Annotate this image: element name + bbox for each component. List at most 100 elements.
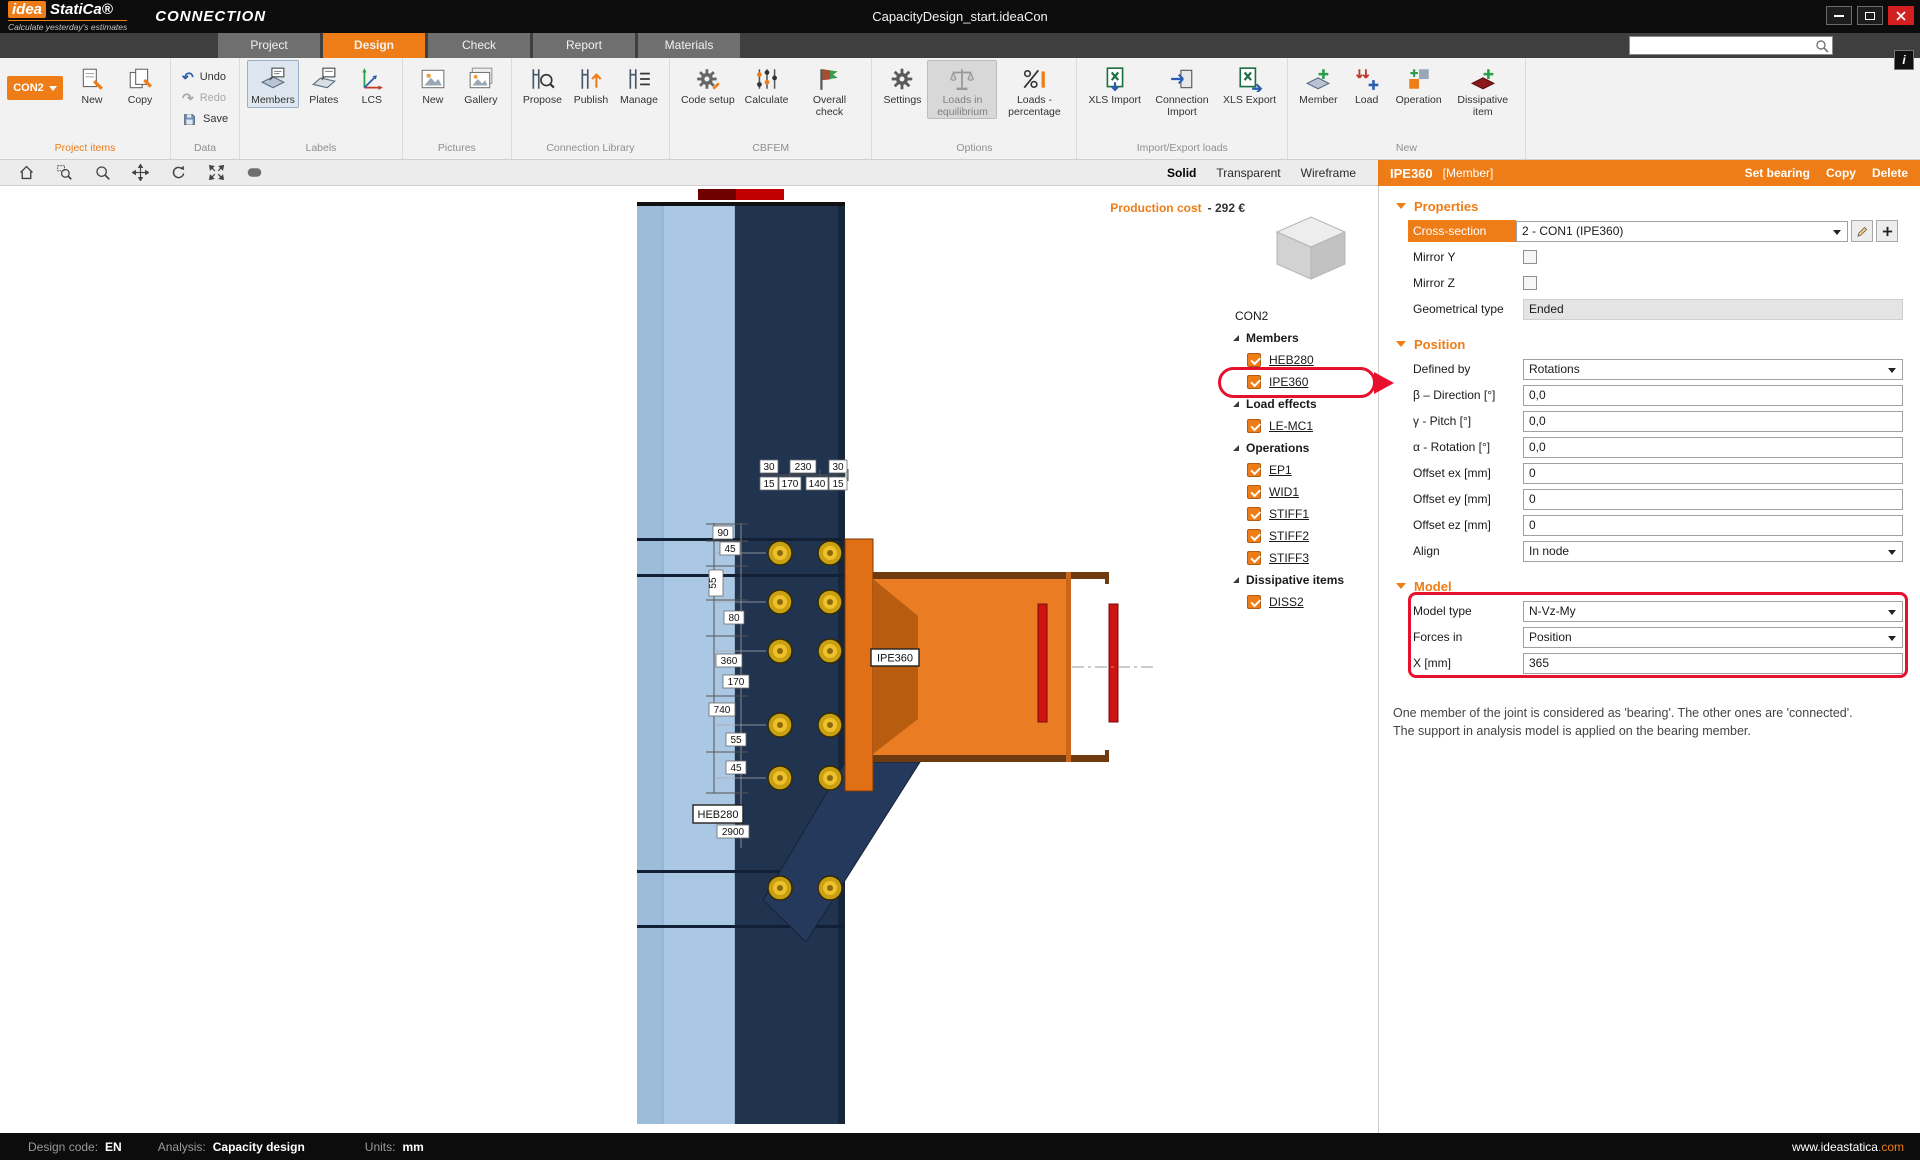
svg-text:80: 80 [728, 613, 740, 624]
settings-button[interactable]: Settings [879, 60, 925, 108]
checkbox-checked-icon[interactable] [1247, 595, 1261, 609]
svg-text:15: 15 [763, 479, 775, 490]
view-mode-solid[interactable]: Solid [1167, 166, 1196, 180]
manage-button[interactable]: Manage [616, 60, 662, 108]
tree-header-members[interactable]: Members [1225, 327, 1377, 349]
publish-button[interactable]: Publish [568, 60, 614, 108]
tree-root-con2[interactable]: CON2 [1225, 305, 1377, 327]
mirror-y-checkbox[interactable] [1523, 250, 1537, 264]
end-plate[interactable] [845, 539, 873, 791]
tree-item-stiff1[interactable]: STIFF1 [1225, 503, 1377, 525]
gamma-pitch-input[interactable]: 0,0 [1523, 411, 1903, 432]
plus-icon [1881, 225, 1894, 238]
gallery-button[interactable]: Gallery [458, 60, 504, 108]
tree-item-stiff2[interactable]: STIFF2 [1225, 525, 1377, 547]
xls-import-button[interactable]: XLS Import [1084, 60, 1145, 108]
minimize-button[interactable] [1826, 6, 1852, 25]
new-member-button[interactable]: Member [1295, 60, 1342, 108]
offset-ez-input[interactable]: 0 [1523, 515, 1903, 536]
new-dissipative-item-button[interactable]: Dissipative item [1448, 60, 1518, 119]
code-setup-button[interactable]: Code setup [677, 60, 739, 108]
tab-project[interactable]: Project [218, 33, 320, 58]
rotate-button[interactable] [166, 162, 190, 184]
checkbox-checked-icon[interactable] [1247, 485, 1261, 499]
beta-direction-input[interactable]: 0,0 [1523, 385, 1903, 406]
maximize-button[interactable] [1857, 6, 1883, 25]
tab-check[interactable]: Check [428, 33, 530, 58]
overall-check-button[interactable]: Overall check [794, 60, 864, 119]
connection-import-button[interactable]: Connection Import [1147, 60, 1217, 119]
copy-member-button[interactable]: Copy [1826, 166, 1856, 180]
calculate-button[interactable]: Calculate [741, 60, 793, 108]
tree-header-operations[interactable]: Operations [1225, 437, 1377, 459]
home-view-button[interactable] [14, 162, 38, 184]
dissipative-zone-plate[interactable] [1038, 604, 1047, 722]
website-link[interactable]: www.ideastatica.com [1792, 1140, 1904, 1154]
section-header-properties[interactable]: Properties [1379, 194, 1920, 218]
defined-by-dropdown[interactable]: Rotations [1523, 359, 1903, 380]
tab-report[interactable]: Report [533, 33, 635, 58]
loads-in-equilibrium-button[interactable]: Loads in equilibrium [927, 60, 997, 119]
expander-icon[interactable] [1233, 445, 1239, 451]
copy-project-item-button[interactable]: Copy [117, 60, 163, 108]
checkbox-checked-icon[interactable] [1247, 551, 1261, 565]
checkbox-checked-icon[interactable] [1247, 529, 1261, 543]
tree-item-stiff3[interactable]: STIFF3 [1225, 547, 1377, 569]
info-button[interactable]: i [1894, 50, 1914, 70]
tree-item-ep1[interactable]: EP1 [1225, 459, 1377, 481]
offset-ex-input[interactable]: 0 [1523, 463, 1903, 484]
tree-item-le-mc1[interactable]: LE-MC1 [1225, 415, 1377, 437]
tree-header-dissipative-items[interactable]: Dissipative items [1225, 569, 1377, 591]
zoom-window-button[interactable] [52, 162, 76, 184]
zoom-button[interactable] [90, 162, 114, 184]
connection-selector-button[interactable]: CON2 [7, 76, 63, 100]
tab-materials[interactable]: Materials [638, 33, 740, 58]
mirror-z-checkbox[interactable] [1523, 276, 1537, 290]
close-button[interactable] [1888, 6, 1914, 25]
new-operation-button[interactable]: Operation [1392, 60, 1446, 108]
add-cross-section-button[interactable] [1876, 220, 1898, 242]
redo-button[interactable]: ↷ Redo [178, 89, 232, 107]
xls-export-button[interactable]: XLS Export [1219, 60, 1280, 108]
undo-button[interactable]: ↶ Undo [178, 68, 232, 86]
propose-button[interactable]: Propose [519, 60, 566, 108]
lcs-labels-button[interactable]: LCS [349, 60, 395, 108]
scene-canvas[interactable]: 230 170 140 30 15 30 15 90 45 55 80 360 … [0, 186, 1378, 1133]
view-mode-wireframe[interactable]: Wireframe [1301, 166, 1356, 180]
cross-section-dropdown[interactable]: 2 - CON1 (IPE360) [1516, 221, 1848, 242]
svg-text:30: 30 [832, 462, 844, 473]
edit-cross-section-button[interactable] [1851, 220, 1873, 242]
shading-mode-button[interactable] [242, 162, 266, 184]
checkbox-checked-icon[interactable] [1247, 419, 1261, 433]
viewport-3d[interactable]: 230 170 140 30 15 30 15 90 45 55 80 360 … [0, 186, 1378, 1133]
delete-member-button[interactable]: Delete [1872, 166, 1908, 180]
checkbox-checked-icon[interactable] [1247, 463, 1261, 477]
tree-item-wid1[interactable]: WID1 [1225, 481, 1377, 503]
navigation-cube[interactable] [1277, 217, 1345, 279]
alpha-rotation-input[interactable]: 0,0 [1523, 437, 1903, 458]
zoom-fit-button[interactable] [204, 162, 228, 184]
tab-design[interactable]: Design [323, 33, 425, 58]
set-bearing-button[interactable]: Set bearing [1745, 166, 1810, 180]
pan-button[interactable] [128, 162, 152, 184]
tree-item-diss2[interactable]: DISS2 [1225, 591, 1377, 613]
new-picture-button[interactable]: New [410, 60, 456, 108]
loads-percentage-button[interactable]: Loads - percentage [999, 60, 1069, 119]
annotation-arrow-icon [1374, 372, 1394, 394]
checkbox-checked-icon[interactable] [1247, 507, 1261, 521]
expander-icon[interactable] [1233, 577, 1239, 583]
offset-ey-input[interactable]: 0 [1523, 489, 1903, 510]
save-button[interactable]: Save [178, 110, 232, 128]
align-dropdown[interactable]: In node [1523, 541, 1903, 562]
dissipative-zone-plate[interactable] [1109, 604, 1118, 722]
view-mode-transparent[interactable]: Transparent [1216, 166, 1280, 180]
new-load-button[interactable]: Load [1344, 60, 1390, 108]
expander-icon[interactable] [1233, 335, 1239, 341]
plates-labels-button[interactable]: Plates [301, 60, 347, 108]
expander-icon[interactable] [1233, 401, 1239, 407]
section-header-position[interactable]: Position [1379, 332, 1920, 356]
search-input[interactable] [1630, 38, 1810, 55]
members-labels-button[interactable]: Members [247, 60, 299, 108]
new-project-item-button[interactable]: New [69, 60, 115, 108]
checkbox-checked-icon[interactable] [1247, 353, 1261, 367]
